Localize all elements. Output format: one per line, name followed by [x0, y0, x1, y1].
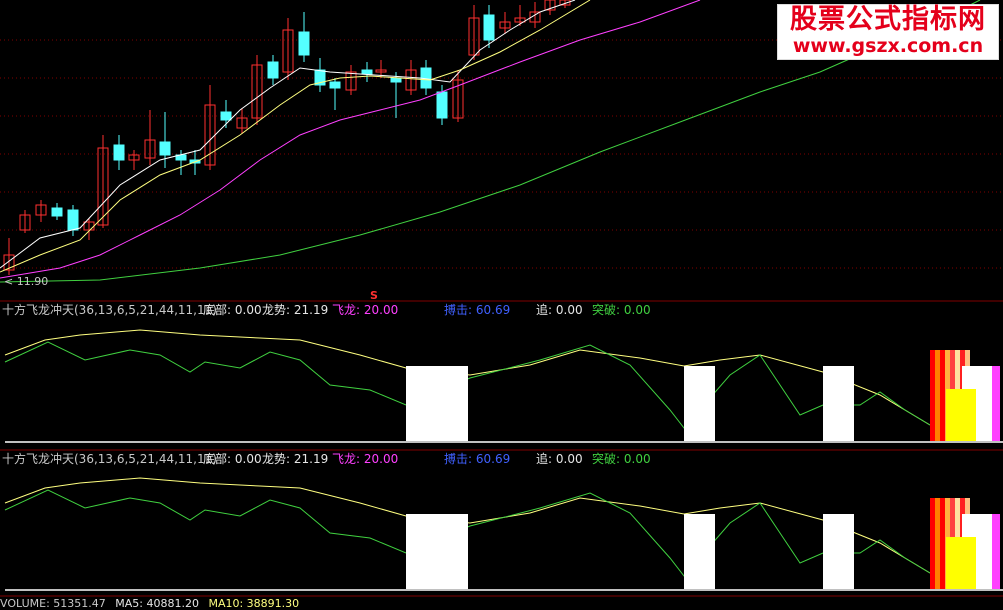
ma-long-line — [0, 0, 701, 279]
candle-body — [390, 77, 402, 83]
candle-body — [329, 81, 341, 89]
field-bottom: 底部: 0.00 — [203, 303, 262, 317]
candle-body — [298, 31, 310, 56]
strip-bar — [930, 498, 935, 590]
site-watermark-logo: 股票公式指标网 www.gszx.com.cn — [777, 4, 999, 60]
volume-ma10: MA10: 38891.30 — [208, 597, 300, 610]
strip-bar — [935, 498, 940, 590]
price-arrow-icon: < — [4, 275, 17, 288]
signal-bar-white — [823, 366, 854, 442]
watermark-title: 股票公式指标网 — [790, 4, 986, 35]
volume-ma5: MA5: 40881.20 — [115, 597, 199, 610]
field-breakout: 突破: 0.00 — [592, 303, 651, 317]
indicator-name[interactable]: 十方飞龙冲天(36,13,6,5,21,44,11,11) — [2, 451, 217, 467]
volume-value: VOLUME: 51351.47 — [0, 597, 106, 610]
field-dragon-trend: 龙势: 21.19 — [262, 452, 329, 466]
signal-bar-white — [684, 366, 715, 442]
strip-bar — [940, 350, 945, 442]
signal-bar-magenta — [992, 366, 1000, 442]
signal-marker: S — [370, 289, 378, 302]
indicator-name[interactable]: 十方飞龙冲天(36,13,6,5,21,44,11,11) — [2, 302, 217, 318]
ma-mid-line — [0, 0, 591, 273]
strip-bar — [940, 498, 945, 590]
signal-bar-magenta — [992, 514, 1000, 590]
candle-body — [483, 14, 495, 41]
volume-footer: VOLUME: 51351.47 MA5: 40881.20 MA10: 388… — [0, 598, 305, 610]
field-breakout: 突破: 0.00 — [592, 452, 651, 466]
candle-body — [51, 207, 63, 217]
candle-body — [436, 91, 448, 119]
signal-bar-white — [406, 366, 468, 442]
signal-bar-white — [684, 514, 715, 590]
watermark-url: www.gszx.com.cn — [792, 35, 984, 57]
field-chase: 追: 0.00 — [536, 452, 583, 466]
signal-bar-white — [823, 514, 854, 590]
candle-body — [220, 111, 232, 121]
last-price-label: < 11.90 — [4, 275, 49, 288]
candle-body — [67, 209, 79, 231]
field-chase: 追: 0.00 — [536, 303, 583, 317]
field-flying-dragon: 飞龙: 20.00 — [332, 452, 399, 466]
signal-bar-white — [406, 514, 468, 590]
candle-body — [113, 144, 125, 161]
field-flying-dragon: 飞龙: 20.00 — [332, 303, 399, 317]
field-bottom: 底部: 0.00 — [203, 452, 262, 466]
field-dragon-trend: 龙势: 21.19 — [262, 303, 329, 317]
field-strike: 搏击: 60.69 — [444, 303, 511, 317]
candle-body — [361, 69, 373, 75]
signal-bar-yellow — [946, 537, 976, 590]
signal-bar-yellow — [946, 389, 976, 442]
strip-bar — [930, 350, 935, 442]
candle-body — [267, 61, 279, 79]
field-strike: 搏击: 60.69 — [444, 452, 511, 466]
candle-body — [159, 141, 171, 156]
strip-bar — [935, 350, 940, 442]
stock-chart-window: < 11.90 S 十方飞龙冲天(36,13,6,5,21,44,11,11) … — [0, 0, 1003, 610]
